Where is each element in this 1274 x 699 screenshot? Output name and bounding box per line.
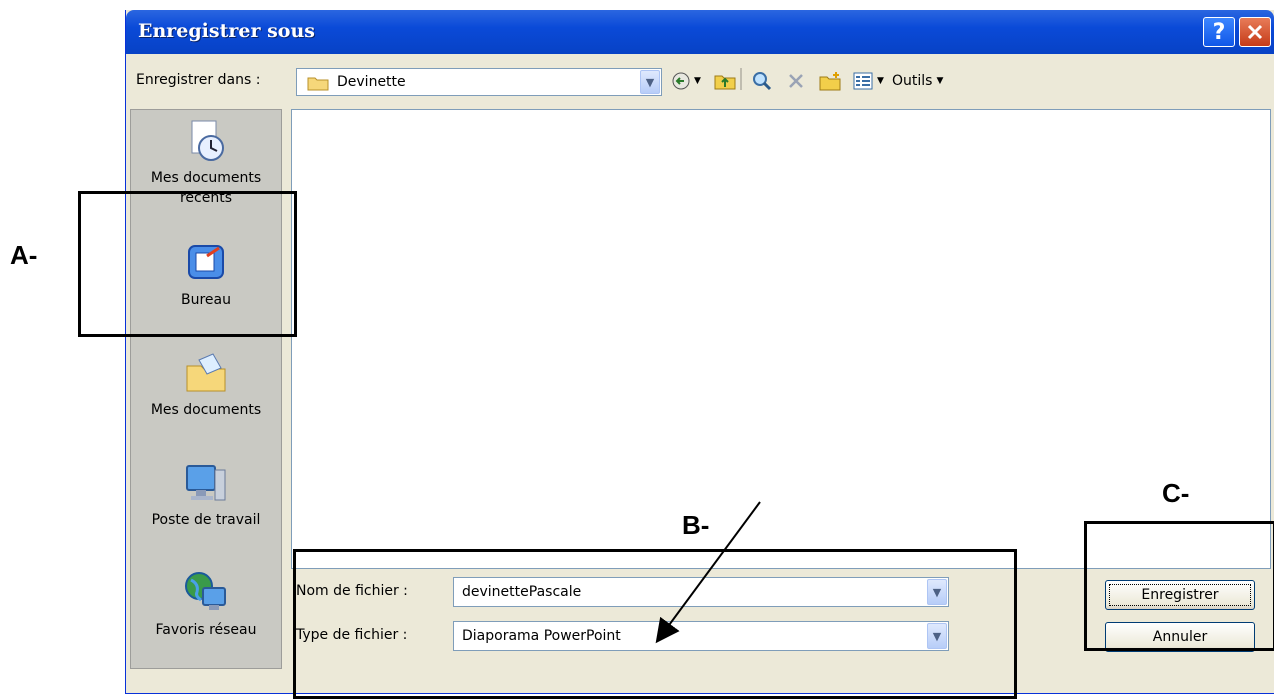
annotation-label-c: C- — [1162, 478, 1190, 508]
annotation-box-c — [1084, 521, 1274, 651]
annotation-arrow-b — [655, 501, 761, 644]
